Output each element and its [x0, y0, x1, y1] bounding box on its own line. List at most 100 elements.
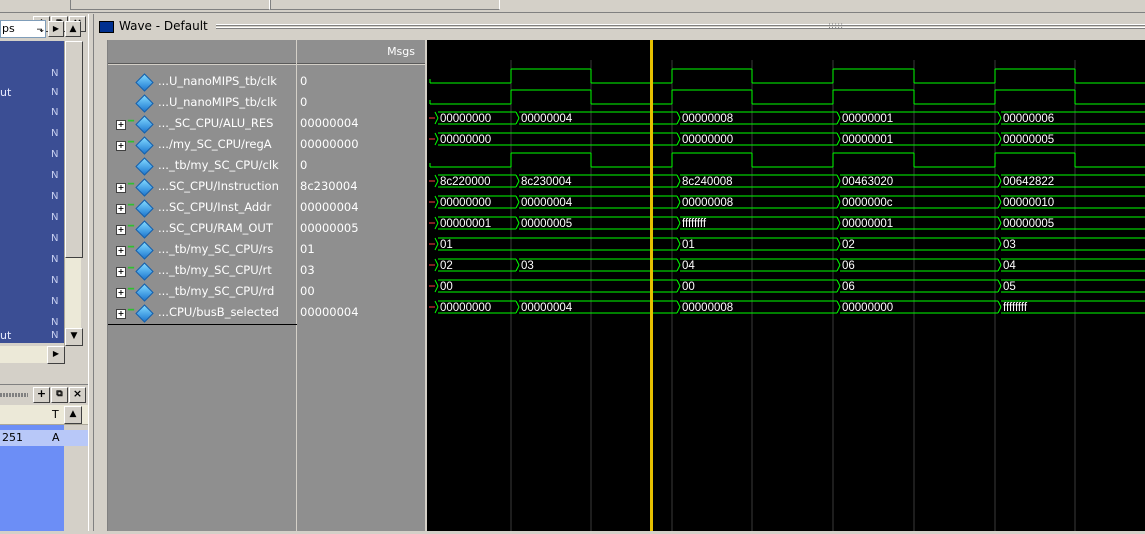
expand-icon[interactable]: +: [116, 225, 126, 235]
wave-line: [434, 132, 439, 140]
pane-splitter[interactable]: [88, 14, 94, 531]
msgs-header-label: Msgs: [387, 45, 415, 58]
signal-row[interactable]: + ━ ...SC_CPU/RAM_OUT: [108, 218, 296, 239]
connector-icon: ━: [128, 284, 135, 295]
object-list[interactable]: N ut N N N N N N N N N N N N: [0, 41, 64, 332]
row-value: 251: [2, 431, 23, 444]
signal-row[interactable]: + ━ ..._SC_CPU/ALU_RES: [108, 113, 296, 134]
list-item[interactable]: ut N: [0, 329, 64, 343]
signal-name[interactable]: ...SC_CPU/Instruction: [158, 179, 279, 193]
signal-row[interactable]: + ━ ..._tb/my_SC_CPU/rs: [108, 239, 296, 260]
signal-row[interactable]: + ━ .../my_SC_CPU/regA: [108, 134, 296, 155]
signal-column-header: [108, 40, 296, 99]
signal-row[interactable]: ..._tb/my_SC_CPU/clk: [108, 155, 296, 176]
signal-row[interactable]: ...U_nanoMIPS_tb/clk: [108, 71, 296, 92]
wave-line: [997, 201, 1002, 209]
waveform-area[interactable]: 00000000 00000004 00000008 00000001 00000006…: [427, 40, 1145, 531]
wave-line: [997, 300, 1002, 308]
add-pane-icon[interactable]: +: [33, 387, 50, 403]
scroll-right-icon[interactable]: ▶: [47, 346, 65, 364]
signal-name[interactable]: ..._SC_CPU/ALU_RES: [158, 116, 273, 130]
wave-line: [997, 216, 1002, 224]
signal-name[interactable]: ...SC_CPU/RAM_OUT: [158, 221, 273, 235]
signal-name[interactable]: ...CPU/busB_selected: [158, 305, 279, 319]
scroll-thumb[interactable]: [65, 41, 83, 258]
wave-line: [676, 237, 681, 245]
bus-value-label: 00000000: [842, 302, 893, 314]
undock-icon[interactable]: ⧉: [51, 387, 68, 403]
signal-name[interactable]: ...U_nanoMIPS_tb/clk: [158, 74, 277, 88]
signal-row[interactable]: + ━ ...CPU/busB_selected: [108, 302, 296, 323]
wave-line: [836, 237, 841, 245]
wave-line: [434, 201, 439, 209]
signal-name[interactable]: ..._tb/my_SC_CPU/clk: [158, 158, 279, 172]
expand-icon[interactable]: +: [116, 204, 126, 214]
bus-value-label: 00000008: [682, 197, 733, 209]
wave-line: [676, 222, 681, 230]
signal-diamond-icon: [135, 241, 154, 260]
vertical-scrollbar[interactable]: ▼: [64, 41, 83, 346]
wave-line: [515, 222, 520, 230]
wave-line: [997, 117, 1002, 125]
signal-name[interactable]: ..._tb/my_SC_CPU/rs: [158, 242, 273, 256]
pane-filter-combo[interactable]: ps ⬎: [0, 20, 46, 38]
wave-line: [997, 258, 1002, 266]
bus-value-label: ffffffff: [682, 218, 707, 230]
expand-icon[interactable]: +: [116, 309, 126, 319]
signal-value: 00000005: [300, 221, 359, 235]
signal-diamond-icon: [135, 94, 154, 113]
expand-icon[interactable]: +: [116, 141, 126, 151]
signal-row[interactable]: ...U_nanoMIPS_tb/clk: [108, 92, 296, 113]
signal-name-pane[interactable]: ...U_nanoMIPS_tb/clk ...U_nanoMIPS_tb/clk…: [108, 65, 418, 531]
column-header: T ▲: [0, 405, 88, 425]
scroll-down-icon[interactable]: ▼: [65, 328, 83, 346]
bus-value-label: 00: [682, 281, 695, 293]
expand-icon[interactable]: +: [116, 267, 126, 277]
list-item-suffix: N: [51, 149, 59, 160]
expand-icon[interactable]: +: [116, 183, 126, 193]
waveform-canvas[interactable]: 00000000 00000004 00000008 00000001 00000006…: [427, 40, 1145, 531]
scroll-up-icon[interactable]: ▲: [65, 21, 81, 37]
bus-value-label: 0000000c: [842, 197, 893, 209]
chevron-down-icon[interactable]: ⬎: [36, 22, 44, 38]
horizontal-scrollbar[interactable]: ▶: [0, 346, 65, 364]
signal-name[interactable]: .../my_SC_CPU/regA: [158, 137, 272, 151]
signal-diamond-icon: [135, 220, 154, 239]
scroll-up-icon[interactable]: ▲: [64, 406, 82, 424]
bus-value-label: 06: [842, 281, 855, 293]
list-item-suffix: N: [51, 296, 59, 307]
expand-icon[interactable]: +: [116, 120, 126, 130]
pane-grip[interactable]: [0, 393, 28, 397]
play-icon[interactable]: ▶: [48, 21, 64, 37]
list-item[interactable]: ut: [0, 86, 11, 99]
bus-value-label: 00000008: [682, 302, 733, 314]
signal-row[interactable]: + ━ ..._tb/my_SC_CPU/rt: [108, 260, 296, 281]
signal-value: 00000004: [300, 305, 359, 319]
list-item[interactable]: 251 A: [0, 430, 88, 446]
titlebar-grip[interactable]: [216, 23, 1145, 29]
signal-name[interactable]: ...SC_CPU/Inst_Addr: [158, 200, 271, 214]
signal-name[interactable]: ...U_nanoMIPS_tb/clk: [158, 95, 277, 109]
expand-icon[interactable]: +: [116, 246, 126, 256]
wave-line: [836, 306, 841, 314]
signal-value: 0: [300, 74, 308, 88]
wave-line: [676, 117, 681, 125]
wave-line: [515, 117, 520, 125]
signal-name[interactable]: ..._tb/my_SC_CPU/rd: [158, 284, 274, 298]
wave-line: [836, 138, 841, 146]
wave-line: [676, 285, 681, 293]
wave-line: [676, 138, 681, 146]
wave-window-title: Wave - Default: [119, 19, 208, 33]
signal-row[interactable]: + ━ ...SC_CPU/Inst_Addr: [108, 197, 296, 218]
bus-value-label: 00000000: [440, 302, 491, 314]
column-header-label[interactable]: T: [52, 408, 59, 421]
wave-line: [676, 264, 681, 272]
signal-name[interactable]: ..._tb/my_SC_CPU/rt: [158, 263, 272, 277]
close-icon[interactable]: ×: [69, 387, 86, 403]
signal-row[interactable]: + ━ ...SC_CPU/Instruction: [108, 176, 296, 197]
signal-row[interactable]: + ━ ..._tb/my_SC_CPU/rd: [108, 281, 296, 302]
signal-value-pane[interactable]: 0 0 00000004 00000000 0 8c230004 00000004 00000…: [297, 65, 425, 531]
wave-line: [997, 222, 1002, 230]
expand-icon[interactable]: +: [116, 288, 126, 298]
time-cursor[interactable]: [650, 40, 653, 531]
